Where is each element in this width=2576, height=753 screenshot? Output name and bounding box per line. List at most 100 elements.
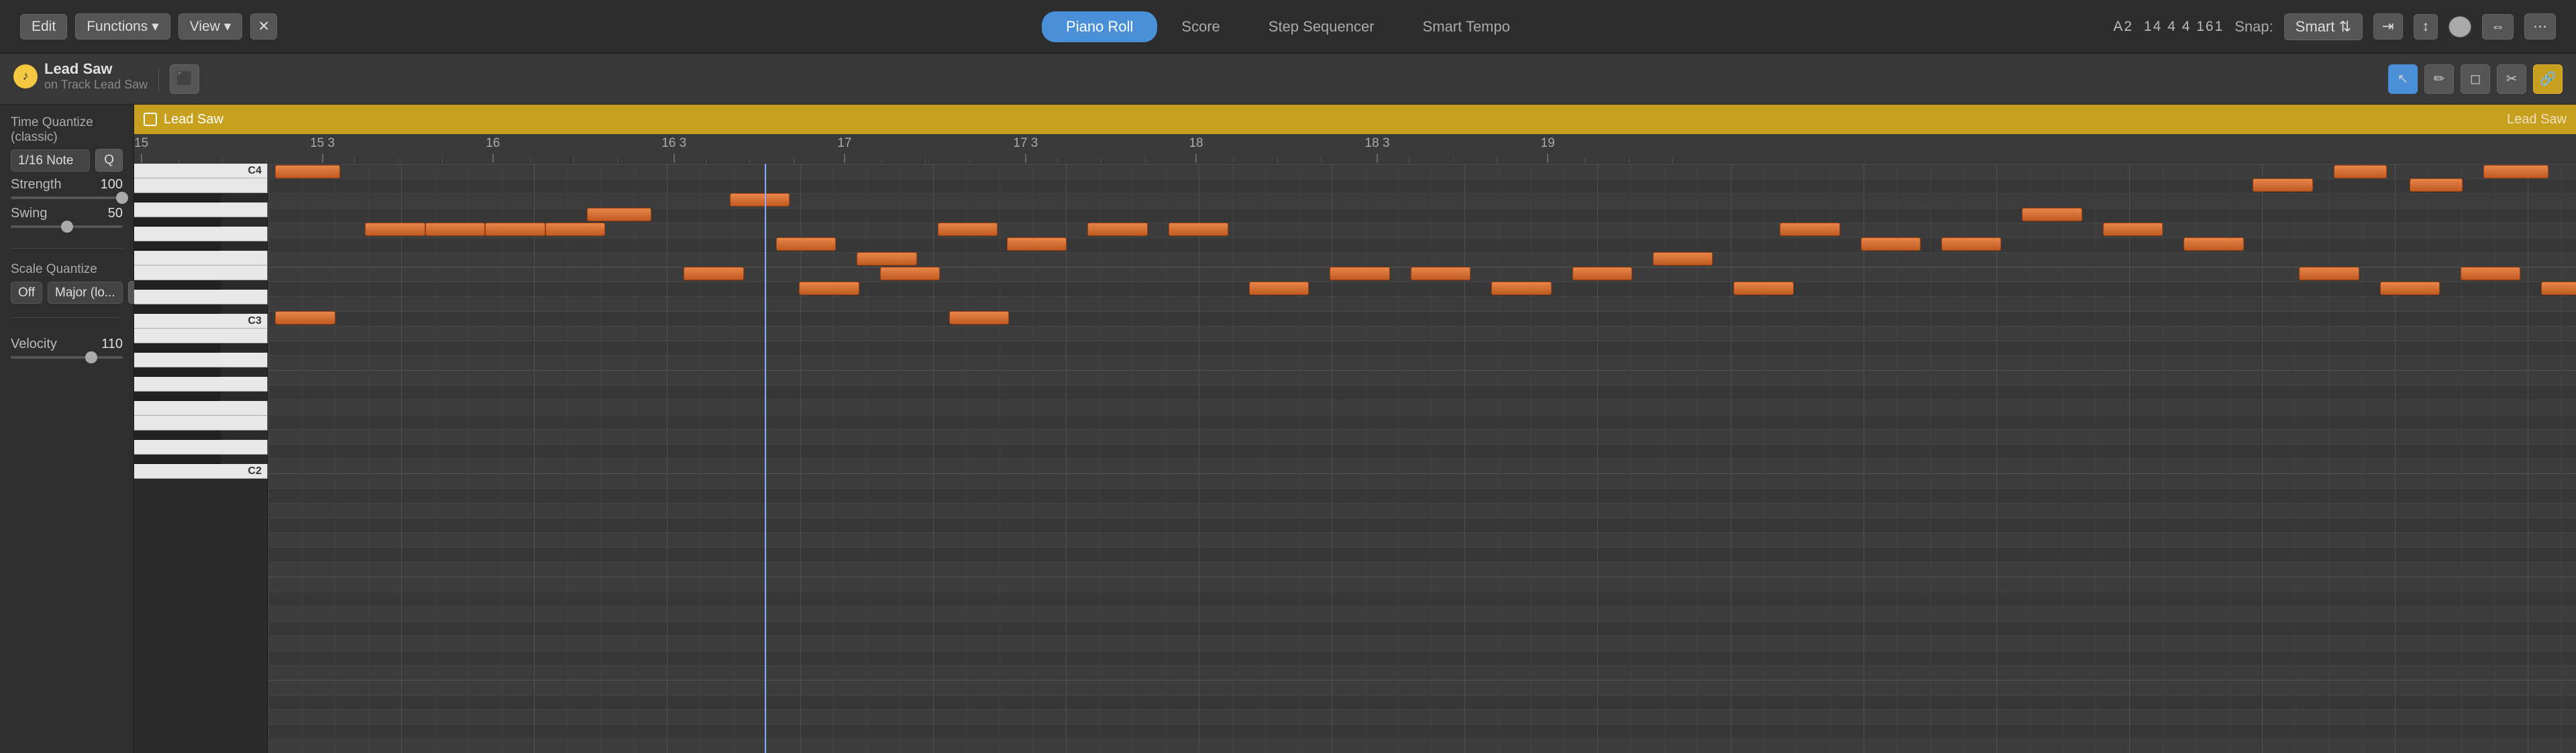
tab-smart-tempo[interactable]: Smart Tempo (1399, 11, 1534, 42)
piano-key-black[interactable] (134, 217, 221, 227)
snap-selector[interactable]: Smart ⇅ (2284, 13, 2363, 40)
scissors-tool-button[interactable]: ✂ (2497, 64, 2526, 94)
pencil-tool-button[interactable]: ✏ (2424, 64, 2454, 94)
note[interactable] (275, 165, 339, 178)
chevron-down-icon: ▾ (224, 18, 231, 35)
note[interactable] (425, 223, 485, 236)
note[interactable] (776, 237, 836, 251)
note[interactable] (275, 311, 335, 325)
swing-thumb[interactable] (61, 221, 73, 233)
note[interactable] (2461, 267, 2520, 280)
piano-key-black[interactable] (134, 193, 221, 202)
piano-key-black[interactable] (134, 241, 221, 251)
strength-thumb[interactable] (116, 192, 128, 204)
note[interactable] (938, 223, 998, 236)
piano-key-white[interactable] (134, 416, 268, 430)
note[interactable] (1330, 267, 1389, 280)
note[interactable] (857, 252, 916, 266)
piano-key-white[interactable] (134, 401, 268, 416)
piano-key-black[interactable] (134, 304, 221, 314)
transpose-button[interactable]: ↕ (2414, 14, 2438, 40)
note[interactable] (730, 193, 790, 207)
note[interactable] (1169, 223, 1228, 236)
note[interactable] (1653, 252, 1713, 266)
note[interactable] (2380, 282, 2440, 295)
note[interactable] (1861, 237, 1921, 251)
swing-slider[interactable] (11, 225, 123, 228)
note[interactable] (1733, 282, 1793, 295)
note[interactable] (2299, 267, 2359, 280)
note[interactable] (2184, 237, 2243, 251)
edit-button[interactable]: Edit (20, 14, 67, 40)
note[interactable] (1411, 267, 1470, 280)
note[interactable] (1780, 223, 1839, 236)
piano-key-white[interactable] (134, 266, 268, 280)
note[interactable] (1007, 237, 1067, 251)
note[interactable] (1491, 282, 1551, 295)
velocity-slider[interactable] (11, 356, 123, 359)
midi-in-button[interactable]: ⇥ (2373, 13, 2403, 40)
note[interactable] (2410, 178, 2463, 192)
piano-key-white[interactable] (134, 251, 268, 266)
note[interactable] (2253, 178, 2312, 192)
piano-key-white[interactable] (134, 202, 268, 217)
note[interactable] (2483, 165, 2548, 178)
piano-key-white[interactable]: C4 (134, 164, 268, 178)
note[interactable] (880, 267, 940, 280)
grid-v-line (1930, 164, 1931, 753)
piano-key-black[interactable] (134, 280, 221, 290)
piano-key-white[interactable] (134, 440, 268, 455)
piano-key-white[interactable] (134, 178, 268, 193)
link-tool-button[interactable]: 🔗 (2533, 64, 2563, 94)
velocity-thumb[interactable] (85, 351, 97, 363)
quantize-button[interactable]: Q (95, 149, 123, 172)
view-button[interactable]: View ▾ (178, 13, 243, 40)
note[interactable] (587, 208, 651, 221)
eraser-tool-button[interactable]: ◻ (2461, 64, 2490, 94)
note[interactable] (1941, 237, 2001, 251)
capture-region-button[interactable]: ⬛ (170, 64, 199, 94)
note[interactable] (799, 282, 859, 295)
piano-key-black[interactable] (134, 430, 221, 440)
functions-button[interactable]: Functions ▾ (75, 13, 170, 40)
piano-key-white[interactable]: C3 (134, 314, 268, 329)
close-panel-button[interactable]: ✕ (250, 13, 277, 40)
note[interactable] (1572, 267, 1632, 280)
pointer-tool-button[interactable]: ↖ (2388, 64, 2418, 94)
tab-step-sequencer[interactable]: Step Sequencer (1244, 11, 1399, 42)
note[interactable] (2103, 223, 2163, 236)
scale-type-select[interactable]: Major (lo... (48, 282, 123, 304)
strength-slider[interactable] (11, 196, 123, 199)
extra-button[interactable]: ⋯ (2524, 13, 2556, 40)
note[interactable] (545, 223, 605, 236)
ruler: 1515 31616 31717 31818 319 (134, 134, 2576, 164)
swing-label: Swing (11, 206, 47, 221)
piano-key-white[interactable] (134, 329, 268, 343)
piano-key-white[interactable] (134, 377, 268, 392)
note[interactable] (1087, 223, 1147, 236)
dot-button[interactable] (2449, 16, 2471, 38)
tab-piano-roll[interactable]: Piano Roll (1042, 11, 1157, 42)
note[interactable] (1249, 282, 1309, 295)
note[interactable] (684, 267, 743, 280)
expand-button[interactable]: ⇔ (2482, 14, 2514, 40)
note[interactable] (949, 311, 1009, 325)
piano-key-black[interactable] (134, 392, 221, 401)
piano-key-black[interactable] (134, 455, 221, 464)
note[interactable] (2022, 208, 2082, 221)
note[interactable] (485, 223, 545, 236)
scale-off-select[interactable]: Off (11, 282, 42, 304)
note[interactable] (2334, 165, 2387, 178)
second-toolbar: ♪ Lead Saw on Track Lead Saw ⬛ ↖ ✏ ◻ ✂ 🔗 (0, 54, 2576, 105)
note[interactable] (2541, 282, 2576, 295)
grid-area[interactable] (268, 164, 2576, 753)
tab-score[interactable]: Score (1157, 11, 1244, 42)
piano-key-white[interactable] (134, 290, 268, 304)
piano-key-black[interactable] (134, 343, 221, 353)
piano-key-white[interactable] (134, 227, 268, 241)
piano-key-white[interactable] (134, 353, 268, 367)
piano-key-white[interactable]: C2 (134, 464, 268, 479)
piano-key-black[interactable] (134, 367, 221, 377)
note-value-select[interactable]: 1/16 Note (11, 150, 90, 172)
note[interactable] (365, 223, 425, 236)
